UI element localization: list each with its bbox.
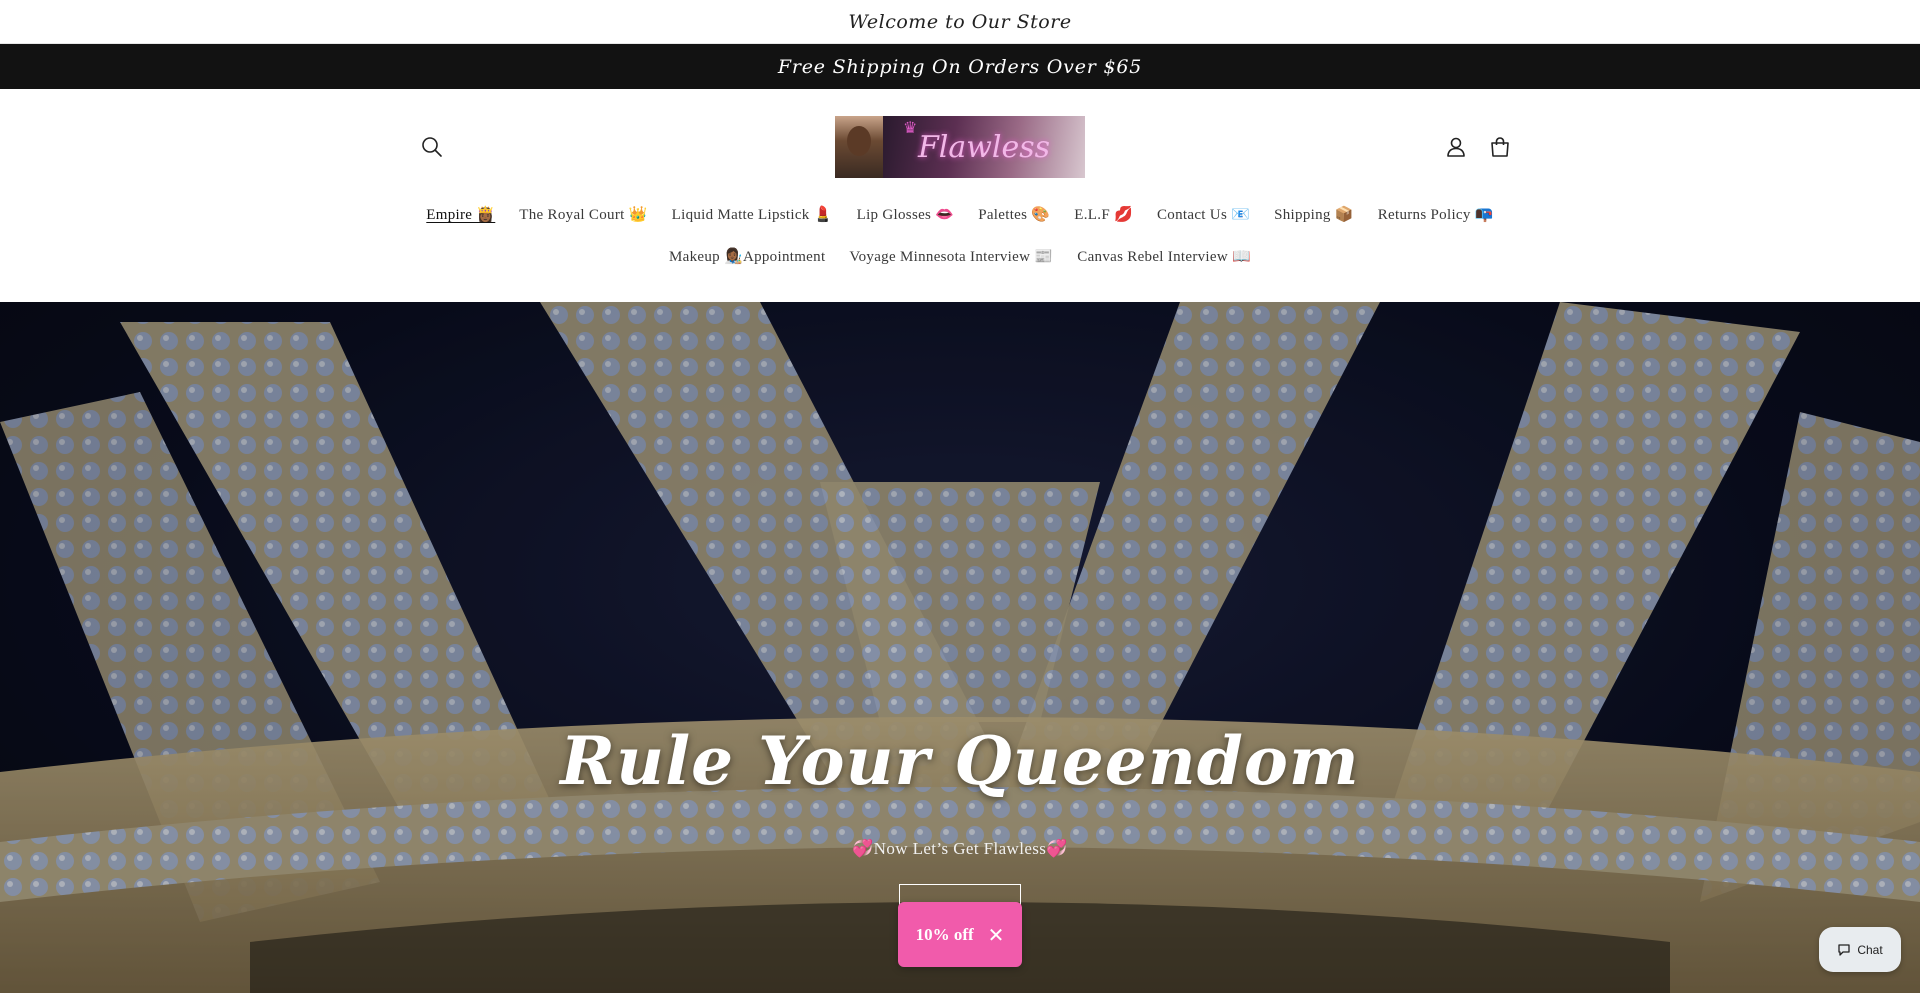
main-nav-row-1: Empire 👸🏾 The Royal Court 👑 Liquid Matte… [0, 205, 1920, 225]
nav-item-returns-policy[interactable]: Returns Policy 📭 [1366, 205, 1506, 225]
hero-subtitle: 💞Now Let’s Get Flawless💞 [852, 839, 1068, 858]
nav-item-makeup-appointment[interactable]: Makeup 👩🏾‍🎨Appointment [657, 247, 837, 267]
nav-item-palettes[interactable]: Palettes 🎨 [966, 205, 1062, 225]
announcement-bar: Welcome to Our Store [0, 0, 1920, 44]
hero-title: Rule Your Queendom [560, 722, 1360, 800]
logo-brand: ♛ Flawless [883, 116, 1085, 178]
nav-item-empire[interactable]: Empire 👸🏾 [414, 205, 507, 225]
welcome-text: Welcome to Our Store [848, 10, 1072, 33]
nav-item-elf[interactable]: E.L.F 💋 [1062, 205, 1145, 225]
chat-label: Chat [1857, 942, 1883, 957]
search-icon [422, 137, 442, 157]
search-button[interactable] [412, 127, 452, 167]
nav-item-contact-us[interactable]: Contact Us 📧 [1145, 205, 1262, 225]
crown-icon: ♛ [903, 120, 918, 137]
chat-bubble-icon [1838, 943, 1850, 956]
main-nav-row-2: Makeup 👩🏾‍🎨Appointment Voyage Minnesota … [0, 247, 1920, 267]
nav-item-voyage-minnesota[interactable]: Voyage Minnesota Interview 📰 [837, 247, 1065, 267]
store-logo[interactable]: ♛ Flawless [835, 116, 1085, 178]
logo-text: Flawless [917, 129, 1051, 165]
chat-button[interactable]: Chat [1819, 927, 1901, 972]
account-button[interactable] [1436, 127, 1476, 167]
nav-item-lip-glosses[interactable]: Lip Glosses 👄 [845, 205, 967, 225]
hero-banner: Rule Your Queendom 💞Now Let’s Get Flawle… [0, 302, 1920, 993]
nav-item-royal-court[interactable]: The Royal Court 👑 [507, 205, 659, 225]
shipping-banner: Free Shipping On Orders Over $65 [0, 44, 1920, 89]
nav-item-canvas-rebel[interactable]: Canvas Rebel Interview 📖 [1065, 247, 1263, 267]
nav-item-liquid-matte-lipstick[interactable]: Liquid Matte Lipstick 💄 [660, 205, 845, 225]
close-icon[interactable]: ✕ [988, 925, 1005, 945]
shipping-text: Free Shipping On Orders Over $65 [777, 55, 1143, 78]
cart-button[interactable] [1480, 127, 1520, 167]
discount-label[interactable]: 10% off [916, 925, 974, 945]
account-icon [1447, 137, 1465, 157]
discount-popup[interactable]: 10% off ✕ [898, 902, 1022, 967]
logo-portrait [835, 116, 883, 178]
site-header: ♛ Flawless Empire 👸🏾 The Royal Court 👑 L… [0, 89, 1920, 302]
nav-item-shipping[interactable]: Shipping 📦 [1262, 205, 1366, 225]
cart-icon [1491, 137, 1509, 157]
